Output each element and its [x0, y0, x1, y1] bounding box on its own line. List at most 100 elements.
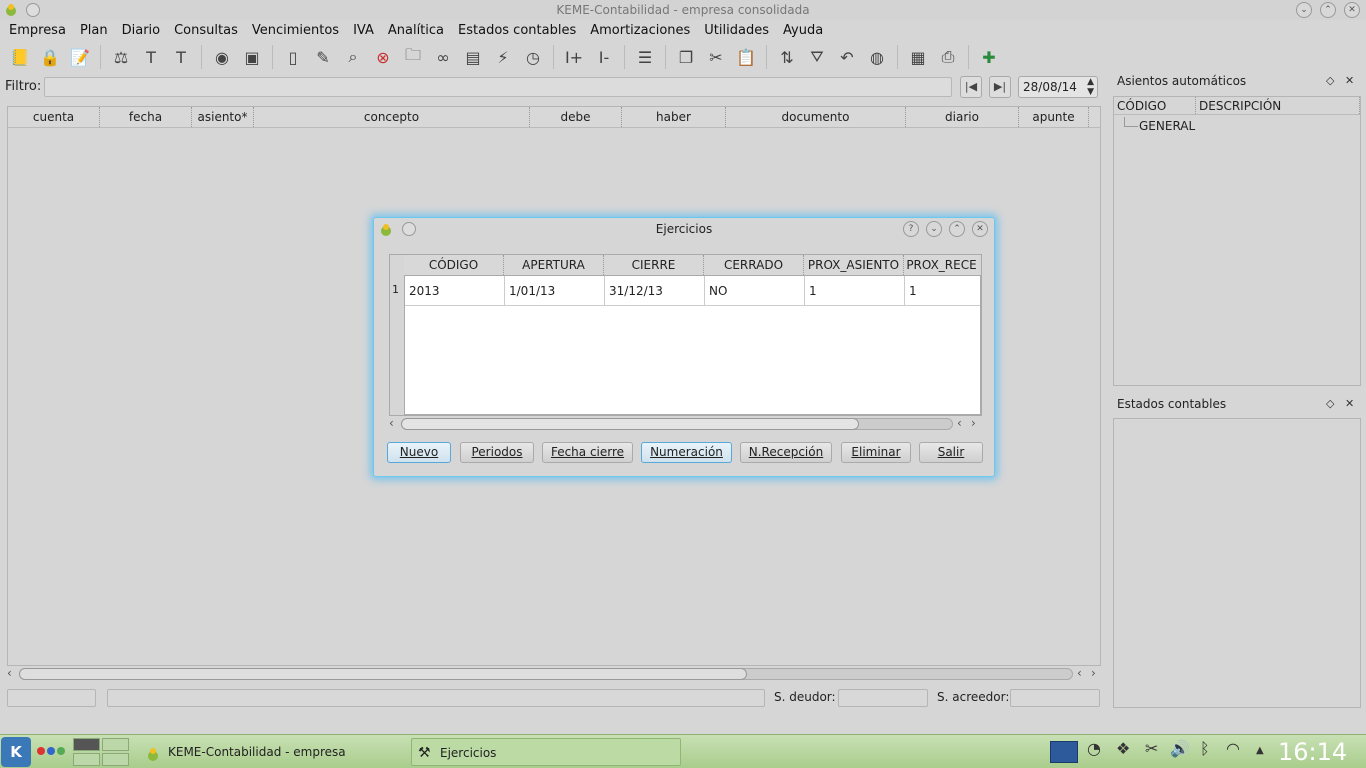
- lightning-icon[interactable]: ⚡: [491, 45, 515, 69]
- add-line-icon[interactable]: I+: [562, 45, 586, 69]
- eliminar-button[interactable]: Eliminar: [841, 442, 911, 463]
- filter-input[interactable]: [44, 77, 952, 97]
- printer-icon[interactable]: ⎙: [936, 45, 960, 69]
- clock[interactable]: 16:14: [1278, 737, 1347, 767]
- scroll-left-icon[interactable]: ‹: [389, 416, 394, 430]
- t-account-alt-icon[interactable]: T: [169, 45, 193, 69]
- col-asiento[interactable]: asiento*: [192, 107, 254, 127]
- menu-diario[interactable]: Diario: [117, 20, 166, 42]
- col-cierre[interactable]: CIERRE: [604, 255, 704, 275]
- dialog-menu-button[interactable]: [402, 222, 416, 236]
- edit-entry-icon[interactable]: ✎: [311, 45, 335, 69]
- scroll-right-icon[interactable]: ›: [1091, 666, 1096, 680]
- row-number[interactable]: 1: [392, 283, 399, 296]
- menu-vencimientos[interactable]: Vencimientos: [247, 20, 344, 42]
- col-apunte[interactable]: apunte: [1019, 107, 1089, 127]
- filter-icon[interactable]: ⛛: [805, 45, 829, 69]
- n-recepcion-button[interactable]: N.Recepción: [740, 442, 832, 463]
- menu-analitica[interactable]: Analítica: [383, 20, 449, 42]
- kde-menu-icon[interactable]: K: [1, 737, 31, 767]
- lock-icon[interactable]: 🔒: [38, 45, 62, 69]
- scroll-thumb[interactable]: [401, 418, 859, 430]
- app-icon[interactable]: [379, 222, 393, 244]
- col-prox-asiento[interactable]: PROX_ASIENTO: [804, 255, 904, 275]
- dock-float-icon[interactable]: ◇: [1326, 397, 1334, 410]
- search-icon[interactable]: ⌕: [341, 45, 365, 69]
- col-codigo[interactable]: CÓDIGO: [404, 255, 504, 275]
- dock-float-icon[interactable]: ◇: [1326, 74, 1334, 87]
- last-record-button[interactable]: ▶|: [989, 76, 1011, 98]
- close-button[interactable]: ✕: [1344, 2, 1360, 18]
- maximize-button[interactable]: ⌃: [1320, 2, 1336, 18]
- date-spinbox[interactable]: 28/08/14 ▲ ▼: [1018, 76, 1098, 98]
- t-account-icon[interactable]: T: [139, 45, 163, 69]
- periodos-button[interactable]: Periodos: [460, 442, 534, 463]
- maximize-button[interactable]: ⌃: [949, 221, 965, 237]
- menu-plan[interactable]: Plan: [75, 20, 113, 42]
- col-prox-recepcion[interactable]: PROX_RECE: [904, 255, 979, 275]
- desktop-pager[interactable]: [73, 738, 129, 766]
- new-entry-icon[interactable]: ▯: [281, 45, 305, 69]
- menu-consultas[interactable]: Consultas: [169, 20, 243, 42]
- cell-cierre[interactable]: 31/12/13: [605, 276, 705, 305]
- ejercicios-table-body[interactable]: 2013 1/01/13 31/12/13 NO 1 1: [404, 275, 981, 415]
- table-row[interactable]: 2013 1/01/13 31/12/13 NO 1 1: [405, 276, 980, 306]
- dock-auto-panel[interactable]: CÓDIGO DESCRIPCIÓN GENERAL: [1113, 96, 1361, 386]
- volume-icon[interactable]: 🔊: [1170, 739, 1190, 758]
- cell-apertura[interactable]: 1/01/13: [505, 276, 605, 305]
- spin-arrows-icon[interactable]: ▲ ▼: [1087, 77, 1094, 97]
- cell-prox-asiento[interactable]: 1: [805, 276, 905, 305]
- tray-expand-icon[interactable]: ▲: [1256, 745, 1264, 756]
- menu-amortizaciones[interactable]: Amortizaciones: [585, 20, 695, 42]
- undo-icon[interactable]: ↶: [835, 45, 859, 69]
- add-document-icon[interactable]: ✚: [977, 45, 1001, 69]
- dock-estados-panel[interactable]: [1113, 418, 1361, 708]
- remove-line-icon[interactable]: I-: [592, 45, 616, 69]
- col-fecha[interactable]: fecha: [100, 107, 192, 127]
- desktop-4[interactable]: [102, 753, 129, 766]
- fecha-cierre-button[interactable]: Fecha cierre: [542, 442, 633, 463]
- salir-button[interactable]: Salir: [919, 442, 983, 463]
- sort-icon[interactable]: ⇅: [775, 45, 799, 69]
- col-documento[interactable]: documento: [726, 107, 906, 127]
- globe-icon[interactable]: ◍: [865, 45, 889, 69]
- menu-utilidades[interactable]: Utilidades: [699, 20, 774, 42]
- open-folder-icon[interactable]: 🗀: [401, 45, 425, 69]
- auto-item-general[interactable]: GENERAL: [1139, 119, 1195, 133]
- col-auto-codigo[interactable]: CÓDIGO: [1114, 97, 1196, 114]
- update-icon[interactable]: ◔: [1087, 739, 1101, 758]
- cut-icon[interactable]: ✂: [704, 45, 728, 69]
- dock-close-icon[interactable]: ✕: [1345, 397, 1354, 410]
- col-apertura[interactable]: APERTURA: [504, 255, 604, 275]
- first-record-button[interactable]: |◀: [960, 76, 982, 98]
- list-view-icon[interactable]: ☰: [633, 45, 657, 69]
- desktop-2[interactable]: [102, 738, 129, 751]
- desktop-3[interactable]: [73, 753, 100, 766]
- col-diario[interactable]: diario: [906, 107, 1019, 127]
- paste-icon[interactable]: 📋: [734, 45, 758, 69]
- cell-prox-recepcion[interactable]: 1: [905, 276, 980, 305]
- col-debe[interactable]: debe: [530, 107, 622, 127]
- col-cuenta[interactable]: cuenta: [8, 107, 100, 127]
- activities-icon[interactable]: [37, 747, 65, 755]
- archive-icon[interactable]: ▤: [461, 45, 485, 69]
- binoculars-icon[interactable]: ∞: [431, 45, 455, 69]
- minimize-button[interactable]: ⌄: [926, 221, 942, 237]
- col-cerrado[interactable]: CERRADO: [704, 255, 804, 275]
- book-icon[interactable]: 📒: [8, 45, 32, 69]
- menu-estados-contables[interactable]: Estados contables: [453, 20, 581, 42]
- desktop-1[interactable]: [73, 738, 100, 751]
- cell-codigo[interactable]: 2013: [405, 276, 505, 305]
- stopwatch-icon[interactable]: ◷: [521, 45, 545, 69]
- balance-icon[interactable]: ⚖: [109, 45, 133, 69]
- cell-cerrado[interactable]: NO: [705, 276, 805, 305]
- task-keme[interactable]: KEME-Contabilidad - empresa consolidada: [140, 738, 405, 766]
- close-button[interactable]: ✕: [972, 221, 988, 237]
- app-icon[interactable]: [4, 3, 18, 17]
- menu-ayuda[interactable]: Ayuda: [778, 20, 828, 42]
- col-auto-descripcion[interactable]: DESCRIPCIÓN: [1196, 97, 1360, 114]
- scroll-right-icon[interactable]: ›: [971, 416, 976, 430]
- scissors-icon[interactable]: ✂: [1145, 739, 1158, 758]
- wifi-icon[interactable]: ◠: [1226, 739, 1240, 758]
- nuevo-button[interactable]: Nuevo: [387, 442, 451, 463]
